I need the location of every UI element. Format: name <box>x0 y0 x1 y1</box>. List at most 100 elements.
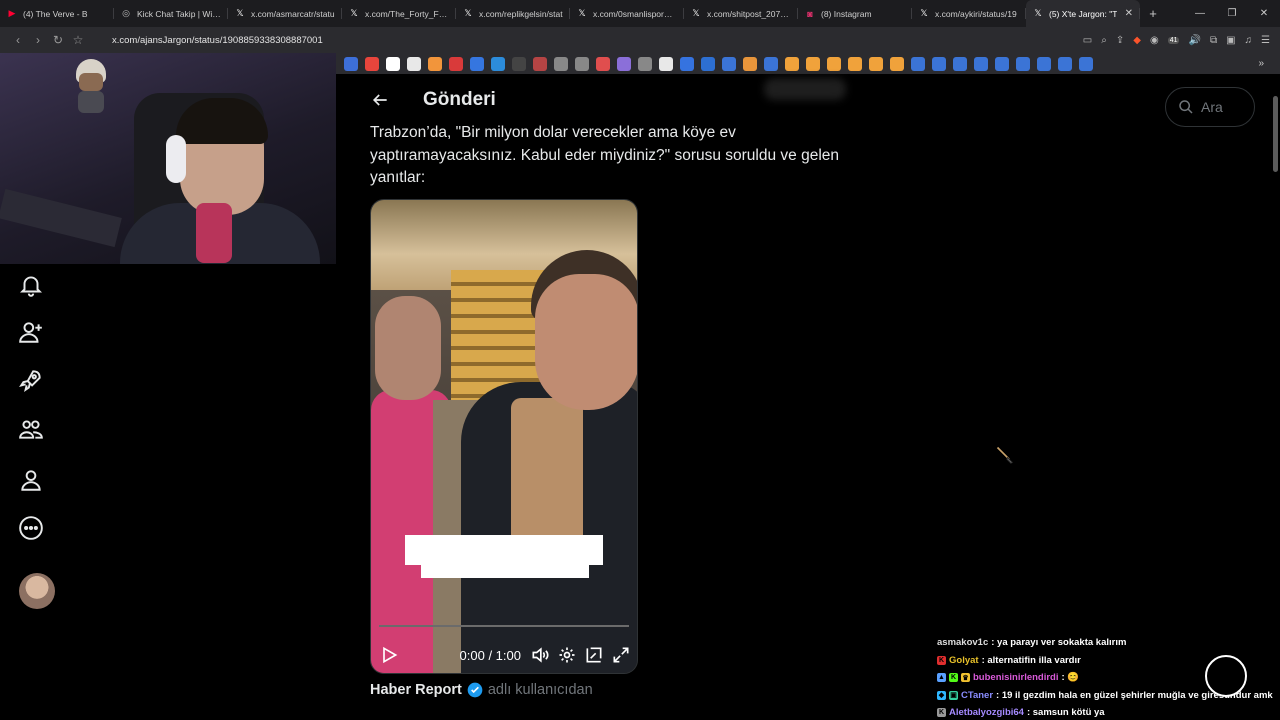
follow-icon[interactable] <box>18 319 44 345</box>
bookmark-icon[interactable] <box>995 56 1009 71</box>
bookmark-icon[interactable] <box>680 56 694 71</box>
tab-title: (8) Instagram <box>821 8 872 19</box>
bookmark-icon[interactable] <box>470 56 484 71</box>
scrollbar-thumb[interactable] <box>1273 96 1278 172</box>
url-field[interactable]: x.com/ajansJargon/status/190885933830888… <box>112 35 323 46</box>
bookmark-icon[interactable] <box>1037 56 1051 71</box>
video-player[interactable]: 0:00 / 1:00 <box>370 199 638 674</box>
chat-message: asmakov1c: ya parayı ver sokakta kalırım <box>937 634 1280 652</box>
page-title: Gönderi <box>423 89 496 110</box>
bookmark-icon[interactable] <box>533 56 547 71</box>
chat-username: Aletbalyozgibi64 <box>949 707 1024 719</box>
volume-icon[interactable] <box>530 645 550 665</box>
browser-tab[interactable]: ◙ (8) Instagram <box>798 0 912 27</box>
bookmark-icon[interactable] <box>785 56 799 71</box>
bookmark-icon[interactable] <box>575 56 589 71</box>
share-icon[interactable]: ⇪ <box>1116 35 1124 46</box>
bookmark-icon[interactable] <box>659 56 673 71</box>
browser-tab[interactable]: ▶ (4) The Verve - B <box>0 0 114 27</box>
bookmark-icon[interactable] <box>722 56 736 71</box>
chat-text: : samsun kötü ya <box>1026 707 1105 719</box>
bookmark-icon[interactable] <box>344 56 358 71</box>
microphone <box>196 203 232 263</box>
bookmark-icon[interactable] <box>449 56 463 71</box>
settings-icon[interactable] <box>557 645 577 665</box>
browser-tab[interactable]: ◎ Kick Chat Takip | Wich <box>114 0 228 27</box>
video-progress-bar[interactable] <box>379 625 629 627</box>
bookmark-icon[interactable] <box>1079 56 1093 71</box>
close-window-icon[interactable]: ✕ <box>1248 8 1280 19</box>
new-tab-button[interactable]: + <box>1144 6 1162 21</box>
browser-tab[interactable]: 𝕏x.com/The_Forty_Four <box>342 0 456 27</box>
bookmark-star-icon[interactable]: ☆ <box>68 33 88 47</box>
bookmarks-more-icon[interactable]: » <box>1258 58 1264 69</box>
source-name[interactable]: Haber Report <box>370 682 462 698</box>
toolbar-icons: ▭ ⌕ ⇪ ◆ ◉ 41 🔊 ⧉ ▣ ♫ ☰ <box>1083 35 1280 46</box>
chat-badge-icon: ▲ <box>937 673 946 683</box>
extensions-icon[interactable]: ⧉ <box>1210 35 1217 46</box>
bookmark-icon[interactable] <box>932 56 946 71</box>
fullscreen-icon[interactable] <box>611 645 631 665</box>
picture-in-picture-icon[interactable] <box>584 645 604 665</box>
wallet-icon[interactable]: ▣ <box>1226 35 1235 46</box>
cast-icon[interactable]: ▭ <box>1083 35 1092 46</box>
browser-tab[interactable]: 𝕏x.com/aykiri/status/19 <box>912 0 1026 27</box>
bookmark-icon[interactable] <box>491 56 505 71</box>
forward-nav-icon[interactable]: › <box>28 33 48 47</box>
bookmark-icon[interactable] <box>743 56 757 71</box>
bookmark-icon[interactable] <box>869 56 883 71</box>
browser-tab[interactable]: 𝕏x.com/replikgelsin/stat <box>456 0 570 27</box>
minimize-icon[interactable]: — <box>1184 8 1216 19</box>
browser-tab[interactable]: 𝕏x.com/0smanlisporFK/ <box>570 0 684 27</box>
rocket-icon[interactable] <box>18 367 44 393</box>
bookmark-icon[interactable] <box>827 56 841 71</box>
extension-icon[interactable]: ◉ <box>1150 35 1159 46</box>
bookmark-icon[interactable] <box>890 56 904 71</box>
account-avatar[interactable] <box>19 573 55 609</box>
bookmark-icon[interactable] <box>701 56 715 71</box>
bookmark-icon[interactable] <box>911 56 925 71</box>
maximize-icon[interactable]: ❐ <box>1216 8 1248 19</box>
bookmark-icon[interactable] <box>806 56 820 71</box>
bookmark-icon[interactable] <box>974 56 988 71</box>
menu-icon[interactable]: ☰ <box>1261 35 1270 46</box>
profile-icon[interactable] <box>18 467 44 493</box>
more-icon[interactable] <box>18 515 44 541</box>
zoom-icon[interactable]: ⌕ <box>1101 35 1107 46</box>
blurred-region <box>764 78 846 100</box>
browser-tab[interactable]: 𝕏x.com/shitpost_2077/s <box>684 0 798 27</box>
back-nav-icon[interactable]: ‹ <box>8 33 28 47</box>
play-icon[interactable] <box>379 645 399 665</box>
bookmark-icon[interactable] <box>1058 56 1072 71</box>
page-scrollbar[interactable] <box>1270 74 1280 720</box>
bookmark-icon[interactable] <box>386 56 400 71</box>
browser-tab[interactable]: 𝕏x.com/asmarcatr/statu <box>228 0 342 27</box>
bookmark-icon[interactable] <box>512 56 526 71</box>
video-caption-box-lower <box>421 560 589 578</box>
media-icon[interactable]: ♫ <box>1245 35 1253 46</box>
browser-tab[interactable]: 𝕏 (5) X'te Jargon: "T ✕ <box>1026 0 1140 27</box>
communities-icon[interactable] <box>18 416 44 442</box>
verified-badge-icon <box>467 682 483 698</box>
back-arrow-icon[interactable] <box>370 90 390 110</box>
close-tab-icon[interactable]: ✕ <box>1121 8 1133 19</box>
bookmark-icon[interactable] <box>407 56 421 71</box>
bookmark-icon[interactable] <box>638 56 652 71</box>
bookmark-icon[interactable] <box>596 56 610 71</box>
bookmark-icon[interactable] <box>554 56 568 71</box>
bookmarks-bar: » <box>336 53 1280 74</box>
notifications-icon[interactable] <box>18 272 44 298</box>
brave-shield-icon[interactable]: ◆ <box>1133 35 1141 46</box>
tab-title: x.com/The_Forty_Four <box>365 8 449 19</box>
video-controls: 0:00 / 1:00 <box>371 635 637 673</box>
bookmark-icon[interactable] <box>428 56 442 71</box>
bookmark-icon[interactable] <box>848 56 862 71</box>
bookmark-icon[interactable] <box>764 56 778 71</box>
search-box[interactable]: Ara <box>1165 87 1255 127</box>
bookmark-icon[interactable] <box>953 56 967 71</box>
bookmark-icon[interactable] <box>617 56 631 71</box>
audio-icon[interactable]: 🔊 <box>1188 35 1200 46</box>
bookmark-icon[interactable] <box>365 56 379 71</box>
bookmark-icon[interactable] <box>1016 56 1030 71</box>
reload-icon[interactable]: ↻ <box>48 33 68 47</box>
